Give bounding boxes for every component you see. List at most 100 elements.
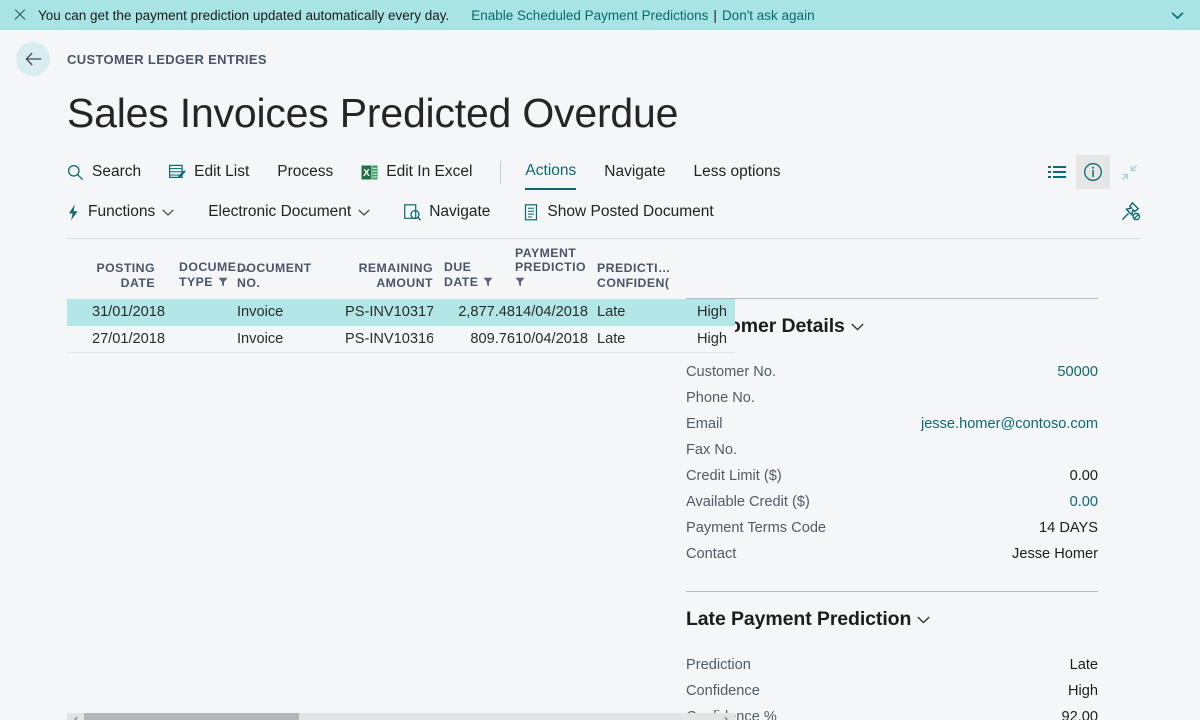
late-payment-prediction-section-header[interactable]: Late Payment Prediction [686,608,1098,631]
collapse-arrows-icon[interactable] [1114,157,1144,187]
list-view-icon[interactable] [1042,157,1072,187]
page-title: Sales Invoices Predicted Overdue [67,90,679,136]
column-header-remaining-amount[interactable]: REMAINING AMOUNT [345,239,433,299]
field-fax-no[interactable]: Fax No. [686,437,1098,463]
tab-navigate-label: Navigate [604,163,666,181]
navigate-button[interactable]: Navigate [404,196,490,228]
header-line-3 [515,275,597,291]
filter-icon[interactable] [515,276,525,291]
customer-details-section-header[interactable]: Customer Details [686,315,1098,338]
cell-payment-prediction: Late [597,330,626,347]
back-button[interactable] [16,42,50,76]
header-line-1: DUE [444,260,472,275]
cell-remaining-amount: 809.76 [470,330,515,347]
header-line-2: DATE [444,275,515,291]
field-credit-limit[interactable]: Credit Limit ($) 0.00 [686,463,1098,489]
field-value[interactable]: 50000 [1057,359,1098,385]
breadcrumb-label: CUSTOMER LEDGER ENTRIES [67,51,267,67]
notification-message: You can get the payment prediction updat… [38,7,450,23]
functions-menu-button[interactable]: Functions [67,196,174,228]
edit-list-label: Edit List [194,163,250,181]
dont-ask-again-link[interactable]: Don't ask again [722,8,815,23]
search-label: Search [92,163,142,181]
edit-list-icon [169,164,186,180]
header-line-1: DOCUME… [179,260,250,275]
field-value[interactable]: jesse.homer@contoso.com [921,411,1098,437]
late-payment-prediction-rule [686,591,1098,593]
field-phone-no[interactable]: Phone No. [686,385,1098,411]
chevron-down-icon[interactable] [851,323,864,331]
chevron-left-icon[interactable]: ❮ [67,713,84,720]
header-line-1: REMAINING [358,261,433,276]
search-button[interactable]: Search [67,156,141,188]
field-label: Fax No. [686,442,738,459]
tab-navigate[interactable]: Navigate [604,156,665,188]
header-line-2: NO. [237,275,261,290]
close-x-icon[interactable] [12,7,28,23]
cell-document-no: PS-INV103171 [345,304,433,321]
field-label: Confidence [686,683,760,700]
filter-icon[interactable] [483,276,493,291]
field-label: Customer No. [686,364,777,381]
field-value: Late [1069,657,1098,674]
field-available-credit[interactable]: Available Credit ($) 0.00 [686,489,1098,515]
field-prediction[interactable]: Prediction Late [686,652,1098,678]
field-confidence-percent[interactable]: Confidence % 92.00 [686,704,1098,720]
table-bottom-border [67,352,735,354]
electronic-document-label: Electronic Document [208,203,352,221]
column-header-prediction-confidence[interactable]: PREDICTI… CONFIDEN( [597,239,697,299]
scrollbar-track[interactable] [84,713,718,720]
edit-list-button[interactable]: Edit List [169,156,249,188]
header-line-1: PREDICTI… [597,261,671,276]
column-header-document-no[interactable]: DOCUMENT NO. [237,239,345,299]
detail-pane: Customer Details Customer No. 50000 Phon… [675,239,1200,720]
filter-icon[interactable] [218,276,228,291]
edit-in-excel-button[interactable]: X Edit In Excel [361,156,472,188]
tab-less-options-label: Less options [693,163,781,181]
chevron-down-icon[interactable] [1171,8,1184,23]
show-posted-document-button[interactable]: Show Posted Document [524,196,714,228]
field-label: Prediction [686,657,751,674]
field-email[interactable]: Email jesse.homer@contoso.com [686,411,1098,437]
field-label: Credit Limit ($) [686,468,782,485]
breadcrumb: CUSTOMER LEDGER ENTRIES [0,42,1200,76]
field-label: Email [686,416,723,433]
tab-actions-label: Actions [525,161,577,179]
field-label: Payment Terms Code [686,520,827,537]
scrollbar-thumb[interactable] [84,713,299,720]
table-row[interactable]: 31/01/2018 Invoice PS-INV103171 2,877.48… [67,299,735,326]
field-value: 14 DAYS [1039,520,1098,537]
column-header-due-date[interactable]: DUE DATE [433,239,515,299]
field-confidence[interactable]: Confidence High [686,678,1098,704]
info-icon[interactable] [1076,155,1110,190]
field-value[interactable]: 0.00 [1070,489,1098,515]
field-customer-no[interactable]: Customer No. 50000 [686,359,1098,385]
process-label: Process [277,163,334,181]
customer-details-rule [686,298,1098,300]
customer-details-fields: Customer No. 50000 Phone No. Email jesse… [686,359,1098,567]
column-header-posting-date[interactable]: POSTING DATE [67,239,165,299]
header-line-1: POSTING [96,261,155,276]
table-header-row: POSTING DATE DOCUME… TYPE DOCUMENT NO. R… [67,239,735,299]
horizontal-scrollbar[interactable]: ❮ ❯ [67,713,735,720]
enable-scheduled-payment-predictions-link[interactable]: Enable Scheduled Payment Predictions [471,8,708,23]
unpin-icon[interactable] [1116,197,1144,225]
column-header-document-type[interactable]: DOCUME… TYPE [165,239,250,299]
tab-less-options[interactable]: Less options [693,156,780,188]
chevron-down-icon[interactable] [917,616,930,624]
row-menu-button[interactable] [165,299,237,326]
table-row[interactable]: 27/01/2018 Invoice PS-INV103169 809.76 1… [67,325,735,353]
cell-document-type: Invoice [237,304,284,321]
process-button[interactable]: Process [277,156,333,188]
field-contact[interactable]: Contact Jesse Homer [686,541,1098,567]
chevron-right-icon[interactable]: ❯ [718,713,735,720]
search-icon [67,164,84,181]
page-header: CUSTOMER LEDGER ENTRIES Sales Invoices P… [0,30,1200,139]
tab-actions[interactable]: Actions [525,156,577,191]
electronic-document-menu-button[interactable]: Electronic Document [208,196,370,228]
column-header-payment-prediction[interactable]: PAYMENT PREDICTIO [515,239,597,299]
field-payment-terms-code[interactable]: Payment Terms Code 14 DAYS [686,515,1098,541]
edit-in-excel-label: Edit In Excel [386,163,473,181]
cell-remaining-amount: 2,877.48 [458,304,515,321]
field-value: 92.00 [1061,709,1098,720]
